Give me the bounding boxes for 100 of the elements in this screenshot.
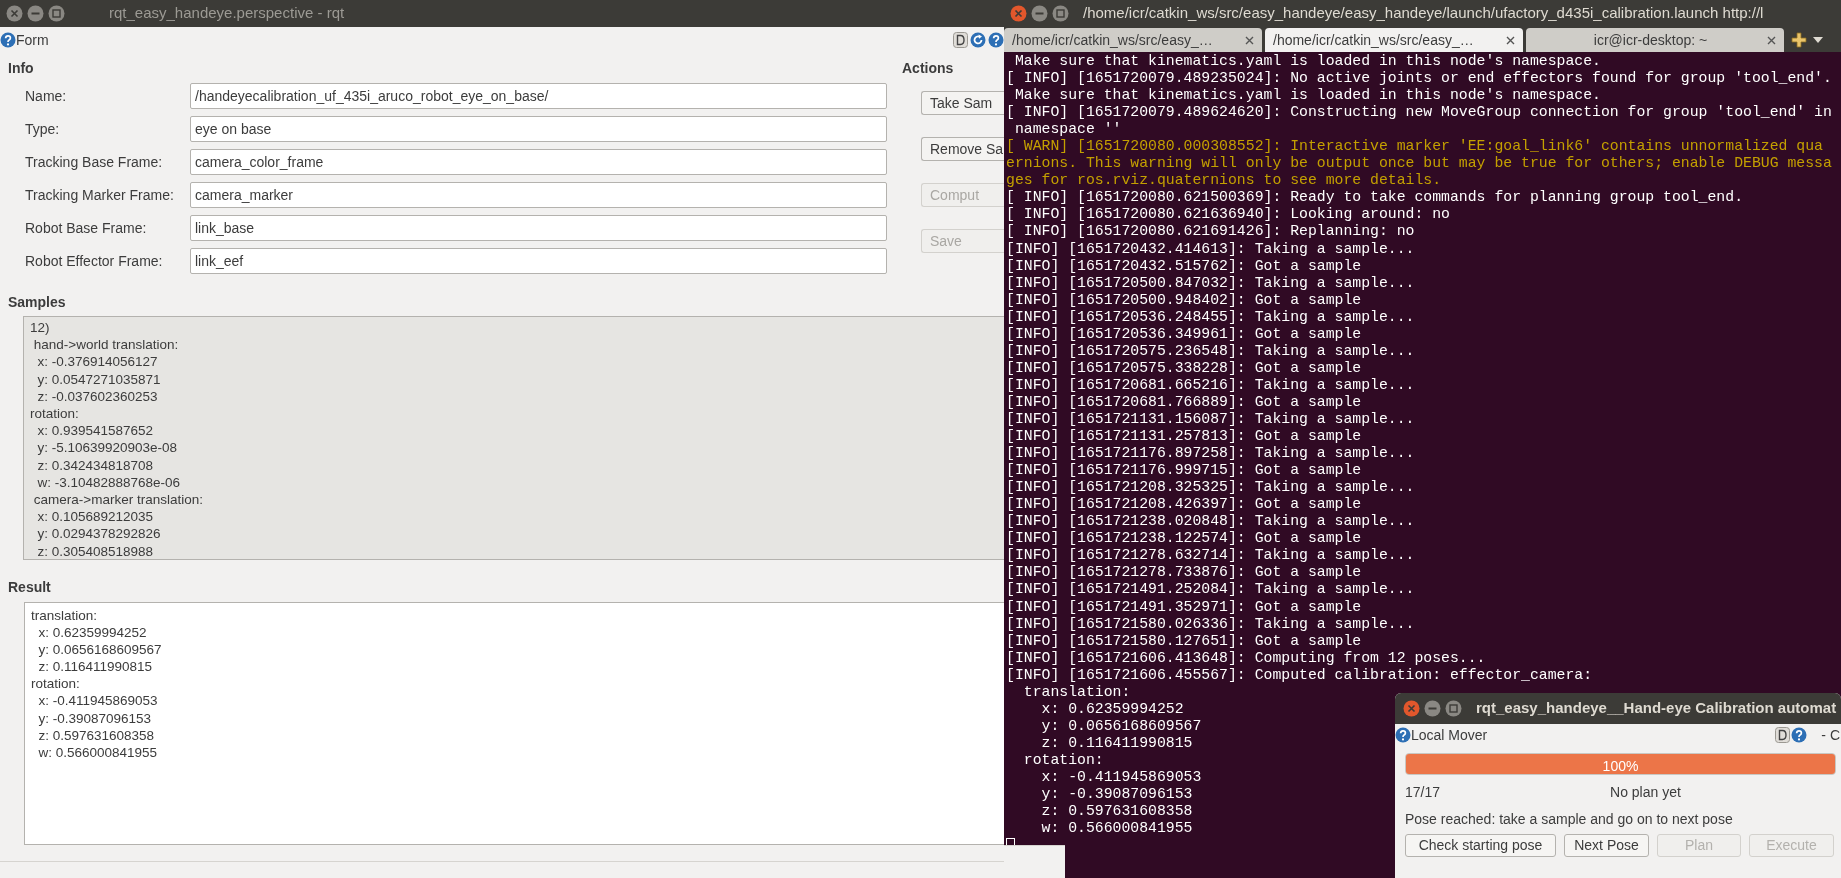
new-tab-icon[interactable] [1791, 32, 1807, 48]
action-button[interactable]: Next Pose [1564, 834, 1649, 857]
close-icon[interactable] [1245, 35, 1254, 45]
help-icon[interactable] [988, 32, 1004, 48]
terminal-line: [INFO] [1651721278.632714]: Taking a sample... [1006, 547, 1415, 564]
terminal-line: [INFO] [1651720575.236548]: Taking a sample... [1006, 342, 1415, 359]
help-icon[interactable] [1395, 727, 1411, 743]
sample-text-line: x: 0.105689212035 [36, 508, 154, 526]
help-icon[interactable] [0, 32, 16, 48]
result-text-line: z: 0.597631608358 [37, 726, 155, 744]
text-field[interactable]: /handeyecalibration_uf_435i_aruco_robot_eye_on_base/ [190, 83, 887, 109]
terminal-line: namespace '' [1013, 121, 1122, 138]
maximize-button[interactable] [48, 5, 65, 22]
text-field[interactable]: link_eef [190, 248, 887, 274]
window-title: rqt_easy_handeye__Hand-eye Calibration automat [1476, 698, 1837, 719]
terminal-line: z: 0.597631608358 [1040, 803, 1193, 820]
action-button[interactable]: Check starting pose [1405, 834, 1556, 857]
text-field[interactable]: eye on base [190, 116, 887, 142]
sample-text-line: 12) [30, 319, 50, 337]
terminal-tab[interactable]: /home/icr/catkin_ws/src/easy_… [1004, 28, 1262, 52]
terminal-line: [INFO] [1651721131.156087]: Taking a sample... [1006, 411, 1415, 427]
terminal-line: [ INFO] [1651720080.621636940]: Looking around: no [1006, 206, 1450, 223]
terminal-line: [INFO] [1651720432.414613]: Taking a sample... [1006, 240, 1415, 257]
sample-text-line: y: 0.0547271035871 [36, 370, 161, 388]
terminal-line: [INFO] [1651720500.948402]: Got a sample [1006, 291, 1362, 308]
result-text-area[interactable]: translation: x: 0.62359994252 y: 0.0656168609567 z: 0.116411990815 rotation: x: -0.411945869053 y: -0.39087096153 z: 0.597631608358 w: 0.566000841955 [24, 602, 1004, 845]
section-heading: Result [8, 579, 51, 595]
terminal-line: [INFO] [1651721580.127651]: Got a sample [1006, 632, 1362, 649]
terminal-line: [INFO] [1651721606.413648]: Computing from 12 poses... [1006, 649, 1486, 666]
terminal-line: [ INFO] [1651720080.621691426]: Replanning: no [1006, 223, 1415, 240]
terminal-line: [INFO] [1651721176.999715]: Got a sample [1006, 462, 1362, 479]
terminal-line: w: 0.566000841955 [1040, 820, 1193, 837]
terminal-line: [INFO] [1651721176.897258]: Taking a sample... [1006, 445, 1415, 462]
terminal-line: [INFO] [1651721238.122574]: Got a sample [1006, 530, 1362, 547]
terminal-line: y: 0.0656168609567 [1040, 717, 1202, 734]
close-button[interactable] [6, 5, 23, 22]
result-text-line: rotation: [31, 675, 80, 693]
terminal-tab[interactable]: /home/icr/catkin_ws/src/easy_… [1265, 28, 1523, 52]
sample-text-line: w: -3.10482888768e-06 [36, 473, 181, 492]
action-button[interactable]: Remove Sa [921, 137, 1004, 161]
close-button[interactable] [1403, 700, 1420, 717]
terminal-line: [ WARN] [1651720080.000308552]: Interactive marker 'EE:goal_link6' contains unnormalized qua [1006, 138, 1823, 155]
sample-text-line: rotation: [30, 405, 79, 423]
terminal-line: [INFO] [1651721208.426397]: Got a sample [1006, 496, 1362, 513]
caret-icon[interactable] [1813, 37, 1823, 43]
text-field[interactable]: camera_marker [190, 182, 887, 208]
minimize-button[interactable] [1424, 700, 1441, 717]
terminal-line: [INFO] [1651720681.665216]: Taking a sample... [1006, 376, 1415, 393]
pose-counter: 17/17 [1405, 783, 1441, 802]
terminal-line: x: -0.411945869053 [1040, 768, 1202, 785]
text-field[interactable]: link_base [190, 215, 887, 241]
terminal-line: [INFO] [1651721208.325325]: Taking a sample... [1006, 479, 1415, 496]
text-field[interactable]: camera_color_frame [190, 149, 887, 175]
sample-text-line: y: 0.0294378292826 [36, 525, 161, 543]
terminal-line: [INFO] [1651721131.257813]: Got a sample [1006, 428, 1362, 445]
maximize-button[interactable] [1445, 700, 1462, 717]
terminal-line: [INFO] [1651720536.248455]: Taking a sample... [1006, 308, 1415, 325]
field-label: Robot Effector Frame: [25, 253, 163, 269]
close-icon[interactable] [1506, 35, 1515, 45]
terminal-line: [INFO] [1651721491.252084]: Taking a sample... [1006, 581, 1415, 598]
sample-text-line: z: 0.342434818708 [36, 456, 154, 474]
sample-text-line: x: 0.939541587652 [36, 422, 154, 440]
window-controls-text[interactable]: - C [1821, 724, 1841, 746]
section-heading: Actions [902, 60, 954, 76]
section-heading: Info [8, 60, 34, 76]
sample-text-line: y: -5.10639920903e-08 [36, 439, 178, 457]
minimize-button[interactable] [1031, 5, 1048, 22]
action-button[interactable]: Take Sam [921, 91, 1004, 115]
terminal-line: [ INFO] [1651720079.489624620]: Constructing new MoveGroup connection for group 'tool_end' in [1006, 104, 1832, 121]
minimize-button[interactable] [27, 5, 44, 22]
field-label: Robot Base Frame: [25, 220, 147, 236]
close-icon[interactable] [1767, 35, 1776, 45]
result-text-line: y: -0.39087096153 [37, 709, 152, 727]
result-text-line: translation: [31, 607, 98, 625]
result-text-line: y: 0.0656168609567 [37, 641, 162, 659]
plan-status: No plan yet [1610, 783, 1681, 802]
terminal-line: [ INFO] [1651720080.621500369]: Ready to take commands for planning group tool_end. [1006, 189, 1743, 206]
sample-text-line: z: -0.037602360253 [36, 387, 158, 405]
window-title: /home/icr/catkin_ws/src/easy_handeye/easy_handeye/launch/ufactory_d435i_calibration.launch http://l [1083, 3, 1764, 24]
debug-icon[interactable] [953, 32, 968, 48]
close-button[interactable] [1010, 5, 1027, 22]
maximize-button[interactable] [1052, 5, 1069, 22]
reload-icon[interactable] [970, 32, 986, 48]
terminal-line: y: -0.39087096153 [1040, 786, 1193, 802]
sample-text-line: x: -0.376914056127 [36, 353, 158, 371]
terminal-line: translation: [1022, 683, 1131, 700]
terminal-line: ges for ros.rviz.quaternions to see more details. [1006, 172, 1442, 189]
terminal-line: ernions. This warning will only be output once but may be true for others; enable DEBUG messa [1006, 155, 1832, 172]
terminal-line: [INFO] [1651721238.020848]: Taking a sample... [1006, 513, 1415, 530]
terminal-line: [INFO] [1651721606.455567]: Computed calibration: effector_camera: [1006, 666, 1593, 683]
terminal-line: [INFO] [1651720432.515762]: Got a sample [1006, 257, 1362, 274]
terminal-line: [ INFO] [1651720079.489235024]: No active joints or end effectors found for group 'tool_end'. [1006, 70, 1832, 87]
debug-icon[interactable] [1775, 727, 1791, 743]
result-text-line: x: 0.62359994252 [37, 624, 147, 642]
field-label: Tracking Marker Frame: [25, 187, 174, 203]
terminal-line: [INFO] [1651721491.352971]: Got a sample [1006, 598, 1362, 615]
terminal-tab[interactable]: icr@icr-desktop: ~ [1526, 28, 1784, 52]
help-icon[interactable] [1791, 727, 1808, 743]
section-heading: Samples [8, 294, 66, 310]
field-label: Tracking Base Frame: [25, 154, 163, 170]
